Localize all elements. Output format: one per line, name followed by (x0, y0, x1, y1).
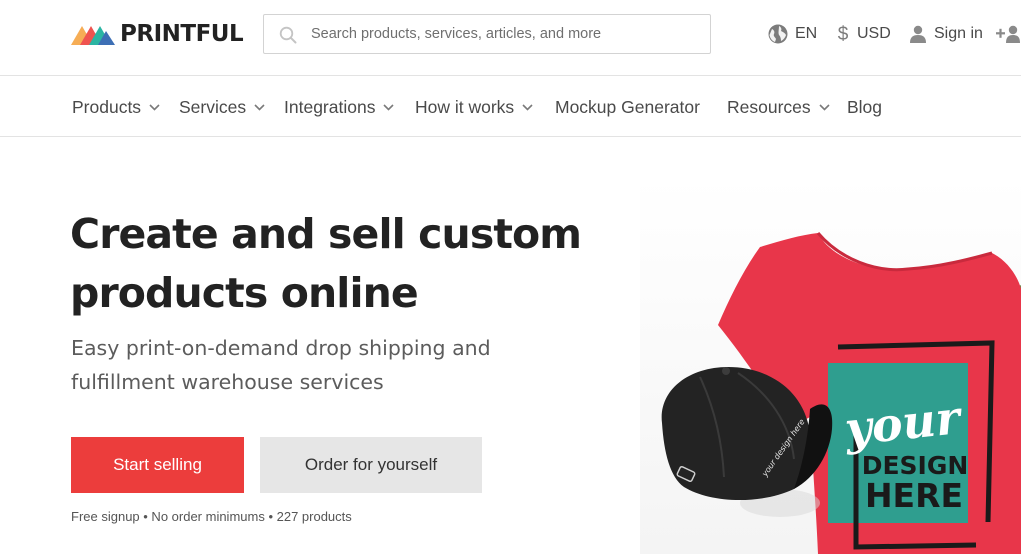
top-bar: PRINTFUL EN $ USD Sign in (0, 0, 1021, 76)
nav-item-blog[interactable]: Blog (847, 95, 882, 119)
start-selling-button[interactable]: Start selling (71, 437, 244, 493)
hero-subtitle-line: Easy print-on-demand drop shipping and (71, 336, 491, 360)
search-box[interactable] (263, 14, 711, 54)
chevron-down-icon (383, 104, 395, 111)
nav-item-how-it-works[interactable]: How it works (415, 95, 533, 119)
search-input[interactable] (311, 15, 701, 53)
currency-selector[interactable]: $ USD (836, 22, 891, 46)
hero-title-line: Create and sell custom (70, 210, 582, 258)
nav-item-products[interactable]: Products (72, 95, 160, 119)
sign-in-link[interactable]: Sign in (909, 22, 983, 46)
design-print: your DESIGN HERE (828, 340, 995, 550)
currency-label: USD (857, 25, 891, 42)
chevron-down-icon (254, 104, 265, 111)
order-for-yourself-button[interactable]: Order for yourself (260, 437, 482, 493)
svg-text:$: $ (838, 24, 849, 45)
add-user-icon (996, 25, 1020, 43)
sign-up-link[interactable] (996, 22, 1021, 46)
nav-item-label: Mockup Generator (555, 96, 700, 117)
nav-item-label: Products (72, 96, 142, 117)
nav-item-mockup-generator[interactable]: Mockup Generator (555, 95, 700, 119)
nav-item-label: How it works (415, 96, 515, 117)
printful-logo[interactable]: PRINTFUL (71, 21, 244, 47)
design-word-here: HERE (865, 476, 963, 515)
language-label: EN (795, 25, 818, 42)
hero-title-line: products online (70, 269, 419, 317)
sign-in-label: Sign in (934, 25, 983, 42)
hero-title: Create and sell custom products online (70, 205, 630, 323)
hero-subtitle-line: fulfillment warehouse services (71, 370, 384, 394)
nav-item-label: Services (179, 96, 247, 117)
language-selector[interactable]: EN (768, 22, 817, 46)
brand-name: PRINTFUL (120, 21, 244, 47)
nav-item-resources[interactable]: Resources (727, 95, 830, 119)
nav-item-label: Resources (727, 96, 811, 117)
nav-item-label: Integrations (284, 96, 376, 117)
printful-logo-mark (71, 26, 115, 45)
globe-icon (768, 24, 788, 44)
chevron-down-icon (819, 104, 830, 111)
chevron-down-icon (149, 104, 160, 111)
hero-subtitle: Easy print-on-demand drop shipping and f… (71, 331, 551, 399)
signup-fine-print: Free signup • No order minimums • 227 pr… (71, 509, 352, 524)
search-icon (279, 26, 297, 44)
hero-product-image: your DESIGN HERE your design here (640, 177, 1021, 554)
chevron-down-icon (522, 104, 533, 111)
nav-item-integrations[interactable]: Integrations (284, 95, 395, 119)
user-icon (910, 25, 926, 43)
dollar-icon: $ (838, 24, 849, 45)
nav-item-services[interactable]: Services (179, 95, 265, 119)
nav-item-label: Blog (847, 96, 883, 117)
tshirt-and-cap-illustration: your DESIGN HERE your design here (640, 177, 1021, 554)
main-nav: Products Services Integrations How it wo… (0, 76, 1021, 137)
